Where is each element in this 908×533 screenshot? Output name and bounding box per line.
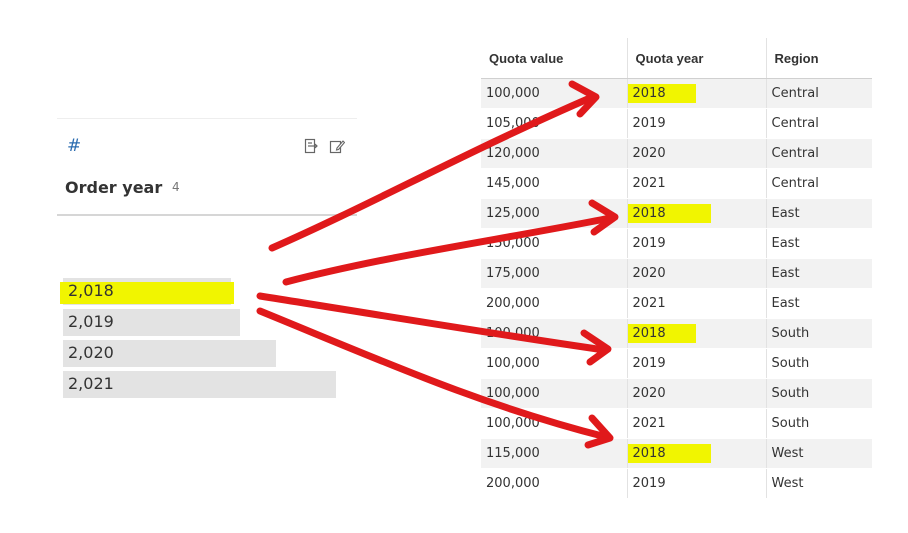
table-row[interactable]: 145,000 2021 Central bbox=[481, 168, 872, 199]
table-row[interactable]: 100,000 2018 Central bbox=[481, 78, 872, 109]
quota-year-cell[interactable]: 2018 bbox=[627, 198, 767, 229]
field-value-count: 4 bbox=[172, 180, 180, 194]
table-header-row: Quota value Quota year Region bbox=[481, 38, 872, 79]
region-cell[interactable]: East bbox=[766, 288, 872, 319]
value-bar-row[interactable]: 2,018 bbox=[60, 278, 234, 305]
value-bar-row[interactable]: 2,020 bbox=[63, 340, 276, 367]
table-row[interactable]: 100,000 2019 South bbox=[481, 348, 872, 379]
region-cell[interactable]: South bbox=[766, 378, 872, 409]
value-bar-label: 2,018 bbox=[68, 281, 114, 300]
quota-year-value: 2018 bbox=[632, 446, 666, 461]
table-row[interactable]: 115,000 2018 West bbox=[481, 438, 872, 469]
table-row[interactable]: 200,000 2021 East bbox=[481, 288, 872, 319]
quota-year-cell[interactable]: 2021 bbox=[627, 408, 767, 439]
field-details-icon[interactable] bbox=[303, 138, 319, 154]
table-row[interactable]: 105,000 2019 Central bbox=[481, 108, 872, 139]
card-divider-top bbox=[57, 118, 357, 119]
quota-year-cell[interactable]: 2020 bbox=[627, 138, 767, 169]
quota-year-cell[interactable]: 2020 bbox=[627, 258, 767, 289]
quota-value-cell[interactable]: 150,000 bbox=[481, 228, 628, 259]
quota-value-cell[interactable]: 145,000 bbox=[481, 168, 628, 199]
quota-data-grid: Quota value Quota year Region 100,000 201… bbox=[481, 38, 872, 499]
quota-value-cell[interactable]: 100,000 bbox=[481, 78, 628, 109]
highlight-mark: 2018 bbox=[627, 204, 711, 223]
quota-value-cell[interactable]: 105,000 bbox=[481, 108, 628, 139]
column-header-region[interactable]: Region bbox=[766, 38, 872, 79]
region-cell[interactable]: Central bbox=[766, 138, 872, 169]
quota-value-cell[interactable]: 200,000 bbox=[481, 288, 628, 319]
edit-pencil-icon[interactable] bbox=[329, 138, 345, 154]
region-cell[interactable]: East bbox=[766, 228, 872, 259]
field-name: Order year bbox=[65, 178, 163, 197]
region-cell[interactable]: West bbox=[766, 438, 872, 469]
quota-year-value: 2018 bbox=[632, 326, 666, 341]
quota-year-cell[interactable]: 2019 bbox=[627, 228, 767, 259]
value-bar-row[interactable]: 2,019 bbox=[63, 309, 240, 336]
highlight-mark: 2018 bbox=[627, 324, 696, 343]
highlight-mark: 2018 bbox=[627, 84, 696, 103]
quota-year-cell[interactable]: 2018 bbox=[627, 438, 767, 469]
region-cell[interactable]: Central bbox=[766, 108, 872, 139]
quota-value-cell[interactable]: 100,000 bbox=[481, 318, 628, 349]
value-bar-label: 2,019 bbox=[68, 312, 114, 331]
region-cell[interactable]: South bbox=[766, 348, 872, 379]
table-row[interactable]: 150,000 2019 East bbox=[481, 228, 872, 259]
quota-value-cell[interactable]: 100,000 bbox=[481, 408, 628, 439]
value-bar-row[interactable]: 2,021 bbox=[63, 371, 336, 398]
region-cell[interactable]: South bbox=[766, 318, 872, 349]
field-profile-card: # Order year 4 2,018 2,019 2,020 2,021 bbox=[57, 118, 357, 418]
quota-year-cell[interactable]: 2019 bbox=[627, 108, 767, 139]
table-row[interactable]: 100,000 2020 South bbox=[481, 378, 872, 409]
table-row[interactable]: 200,000 2019 West bbox=[481, 468, 872, 499]
table-row[interactable]: 100,000 2021 South bbox=[481, 408, 872, 439]
table-row[interactable]: 125,000 2018 East bbox=[481, 198, 872, 229]
region-cell[interactable]: West bbox=[766, 468, 872, 499]
quota-value-cell[interactable]: 120,000 bbox=[481, 138, 628, 169]
column-header-quota-year[interactable]: Quota year bbox=[627, 38, 767, 79]
quota-year-cell[interactable]: 2018 bbox=[627, 78, 767, 109]
region-cell[interactable]: South bbox=[766, 408, 872, 439]
region-cell[interactable]: Central bbox=[766, 78, 872, 109]
quota-year-value: 2018 bbox=[632, 86, 666, 101]
value-bar-label: 2,020 bbox=[68, 343, 114, 362]
region-cell[interactable]: East bbox=[766, 198, 872, 229]
quota-year-cell[interactable]: 2019 bbox=[627, 468, 767, 499]
quota-year-cell[interactable]: 2018 bbox=[627, 318, 767, 349]
region-cell[interactable]: Central bbox=[766, 168, 872, 199]
column-header-quota-value[interactable]: Quota value bbox=[481, 38, 628, 79]
quota-value-cell[interactable]: 175,000 bbox=[481, 258, 628, 289]
table-row[interactable]: 100,000 2018 South bbox=[481, 318, 872, 349]
number-type-icon[interactable]: # bbox=[67, 136, 81, 156]
quota-value-cell[interactable]: 100,000 bbox=[481, 348, 628, 379]
quota-year-cell[interactable]: 2019 bbox=[627, 348, 767, 379]
quota-year-cell[interactable]: 2020 bbox=[627, 378, 767, 409]
quota-value-cell[interactable]: 100,000 bbox=[481, 378, 628, 409]
quota-value-cell[interactable]: 125,000 bbox=[481, 198, 628, 229]
quota-year-cell[interactable]: 2021 bbox=[627, 288, 767, 319]
quota-year-cell[interactable]: 2021 bbox=[627, 168, 767, 199]
quota-value-cell[interactable]: 115,000 bbox=[481, 438, 628, 469]
card-header-divider bbox=[57, 214, 357, 216]
region-cell[interactable]: East bbox=[766, 258, 872, 289]
highlight-mark: 2018 bbox=[627, 444, 711, 463]
table-row[interactable]: 120,000 2020 Central bbox=[481, 138, 872, 169]
quota-year-value: 2018 bbox=[632, 206, 666, 221]
quota-value-cell[interactable]: 200,000 bbox=[481, 468, 628, 499]
table-row[interactable]: 175,000 2020 East bbox=[481, 258, 872, 289]
value-bar-label: 2,021 bbox=[68, 374, 114, 393]
